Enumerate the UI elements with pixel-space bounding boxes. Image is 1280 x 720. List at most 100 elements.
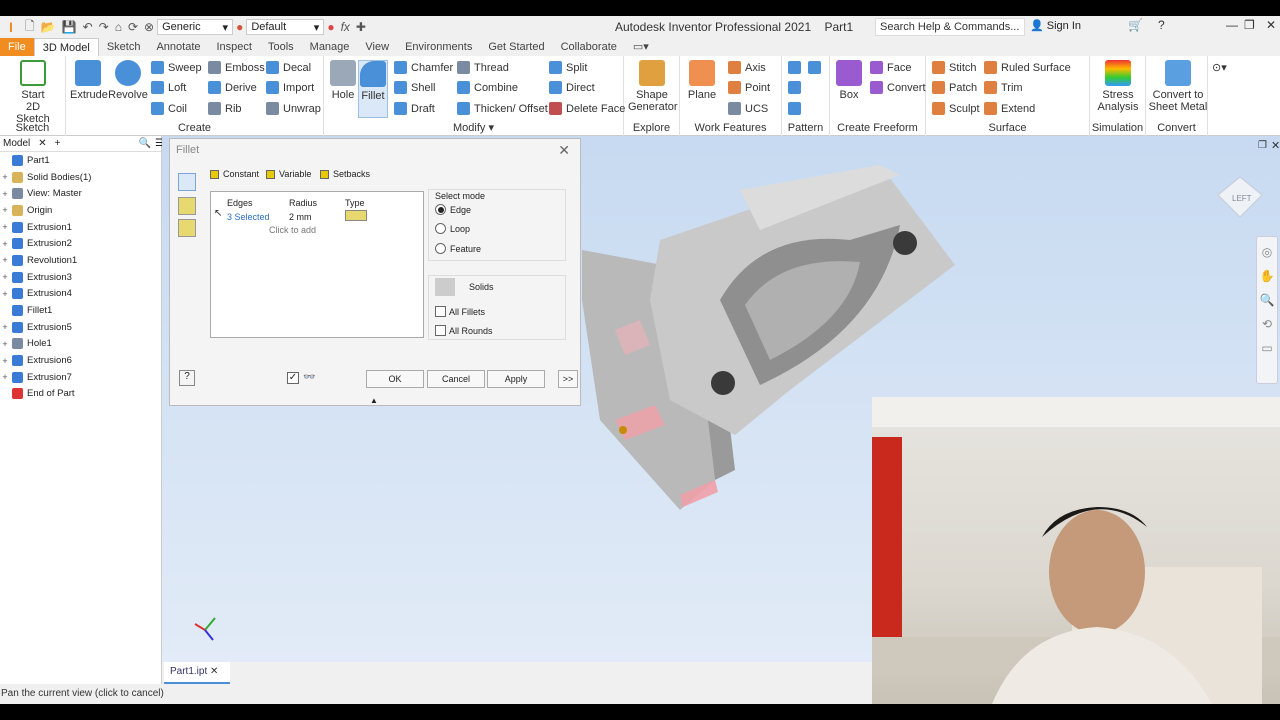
face-button[interactable]: Face <box>870 61 911 74</box>
thicken-offset-button[interactable]: Thicken/ Offset <box>457 102 548 115</box>
mirror-button[interactable] <box>808 61 825 74</box>
add-icon[interactable]: ✚ <box>356 20 366 34</box>
stress-analysis-button[interactable]: Stress Analysis <box>1094 60 1142 113</box>
search-icon[interactable]: 🔍 <box>138 138 150 149</box>
shape-generator-button[interactable]: Shape Generator <box>628 60 678 113</box>
close-icon[interactable]: ✕ <box>38 138 46 149</box>
expand-icon[interactable]: + <box>0 172 10 182</box>
expand-icon[interactable]: + <box>0 339 10 349</box>
direct-button[interactable]: Direct <box>549 81 595 94</box>
tab-sketch[interactable]: Sketch <box>99 38 149 56</box>
radius-value[interactable]: 2 mm <box>289 212 312 222</box>
trim-button[interactable]: Trim <box>984 81 1023 94</box>
expand-icon[interactable]: + <box>0 239 10 249</box>
patch-button[interactable]: Patch <box>932 81 977 94</box>
ribbon-settings-icon[interactable]: ⊙▾ <box>1212 61 1227 74</box>
stitch-button[interactable]: Stitch <box>932 61 977 74</box>
plane-button[interactable]: Plane <box>684 60 720 101</box>
emboss-button[interactable]: Emboss <box>208 61 265 74</box>
revolve-button[interactable]: Revolve <box>108 60 148 101</box>
cancel-button[interactable]: Cancel <box>427 370 485 388</box>
full-round-fillet-icon[interactable] <box>178 219 196 237</box>
rib-button[interactable]: Rib <box>208 102 242 115</box>
inventor-logo-icon[interactable]: I <box>3 20 19 34</box>
save-icon[interactable]: 💾 <box>62 20 77 34</box>
edges-selected[interactable]: 3 Selected <box>227 212 270 222</box>
convert-sheet-metal-button[interactable]: Convert to Sheet Metal <box>1148 60 1208 113</box>
box-button[interactable]: Box <box>832 60 866 101</box>
help-icon[interactable]: ? <box>1158 18 1165 32</box>
mode-feature-radio[interactable]: Feature <box>435 243 481 254</box>
zoom-icon[interactable]: 🔍 <box>1257 293 1277 307</box>
panel-label-modify[interactable]: Modify ▾ <box>324 121 623 134</box>
expand-icon[interactable]: + <box>0 372 10 382</box>
all-rounds-checkbox[interactable]: All Rounds <box>435 325 493 336</box>
tree-item[interactable]: + Extrusion3 <box>0 269 161 286</box>
tab-collaborate[interactable]: Collaborate <box>553 38 625 56</box>
tree-item[interactable]: + Extrusion4 <box>0 286 161 303</box>
point-button[interactable]: Point <box>728 81 770 94</box>
material-combo[interactable]: Default ▾ <box>246 19 325 35</box>
unwrap-button[interactable]: Unwrap <box>266 102 321 115</box>
tree-item[interactable]: + Solid Bodies(1) <box>0 169 161 186</box>
tab-variable[interactable]: Variable <box>266 169 311 179</box>
expand-icon[interactable]: + <box>0 205 10 215</box>
restore-icon[interactable]: ❐ <box>1244 18 1255 32</box>
rectangular-pattern-button[interactable] <box>788 61 805 74</box>
pan-icon[interactable]: ✋ <box>1257 269 1277 283</box>
mode-loop-radio[interactable]: Loop <box>435 223 470 234</box>
open-icon[interactable]: 📂 <box>41 20 56 34</box>
ribbon-options-icon[interactable]: ▭▾ <box>625 38 657 56</box>
tab-file[interactable]: File <box>0 38 34 56</box>
expand-icon[interactable]: + <box>0 272 10 282</box>
edge-fillet-icon[interactable] <box>178 173 196 191</box>
apply-button[interactable]: Apply <box>487 370 545 388</box>
shell-button[interactable]: Shell <box>394 81 435 94</box>
help-search-input[interactable]: Search Help & Commands... <box>875 18 1025 36</box>
window-restore-icon[interactable]: ❐ <box>1258 140 1267 151</box>
ruled-surface-button[interactable]: Ruled Surface <box>984 61 1071 74</box>
tree-item[interactable]: + Origin <box>0 202 161 219</box>
expand-icon[interactable]: + <box>0 189 10 199</box>
chamfer-button[interactable]: Chamfer <box>394 61 453 74</box>
tree-item[interactable]: End of Part <box>0 386 161 403</box>
tab-view[interactable]: View <box>357 38 397 56</box>
tree-item[interactable]: + Extrusion5 <box>0 319 161 336</box>
tree-item[interactable]: + Extrusion2 <box>0 235 161 252</box>
import-button[interactable]: Import <box>266 81 314 94</box>
appearance-icon[interactable]: ● <box>327 20 334 34</box>
document-tab[interactable]: Part1.ipt ✕ <box>164 662 230 684</box>
more-options-button[interactable]: >> <box>558 370 578 388</box>
sculpt-button[interactable]: Sculpt <box>932 102 980 115</box>
sweep-button[interactable]: Sweep <box>151 61 202 74</box>
fillet-button[interactable]: Fillet <box>358 60 388 118</box>
expand-icon[interactable]: + <box>0 289 10 299</box>
expand-icon[interactable]: + <box>0 356 10 366</box>
tree-item[interactable]: + Extrusion6 <box>0 352 161 369</box>
add-icon[interactable]: + <box>55 138 61 149</box>
sign-in-button[interactable]: 👤 Sign In <box>1030 19 1081 32</box>
update-icon[interactable]: ⟳ <box>128 20 138 34</box>
viewcube[interactable]: LEFT <box>1217 176 1263 218</box>
help-icon[interactable]: ? <box>179 370 195 386</box>
look-at-icon[interactable]: ▭ <box>1257 341 1277 355</box>
fillet-type-dropdown[interactable] <box>345 210 367 221</box>
tree-item[interactable]: + Extrusion1 <box>0 219 161 236</box>
tree-item[interactable]: + Extrusion7 <box>0 369 161 386</box>
split-button[interactable]: Split <box>549 61 587 74</box>
draft-button[interactable]: Draft <box>394 102 435 115</box>
close-icon[interactable]: ✕ <box>1266 18 1276 32</box>
collapse-arrow-icon[interactable]: ▲ <box>370 396 378 405</box>
click-to-add[interactable]: Click to add <box>269 225 316 235</box>
browser-tab-model[interactable]: Model <box>3 138 30 149</box>
decal-button[interactable]: Decal <box>266 61 311 74</box>
derive-button[interactable]: Derive <box>208 81 257 94</box>
redo-icon[interactable]: ↷ <box>99 20 109 34</box>
color-sphere-icon[interactable]: ● <box>236 20 243 34</box>
select-icon[interactable]: ⊗ <box>144 20 154 34</box>
home-icon[interactable]: ⌂ <box>115 20 122 34</box>
orbit-icon[interactable]: ⟲ <box>1257 317 1277 331</box>
convert-freeform-button[interactable]: Convert <box>870 81 926 94</box>
start-2d-sketch-button[interactable]: Start 2D Sketch <box>8 60 58 125</box>
steering-wheel-icon[interactable]: ◎ <box>1257 245 1277 259</box>
